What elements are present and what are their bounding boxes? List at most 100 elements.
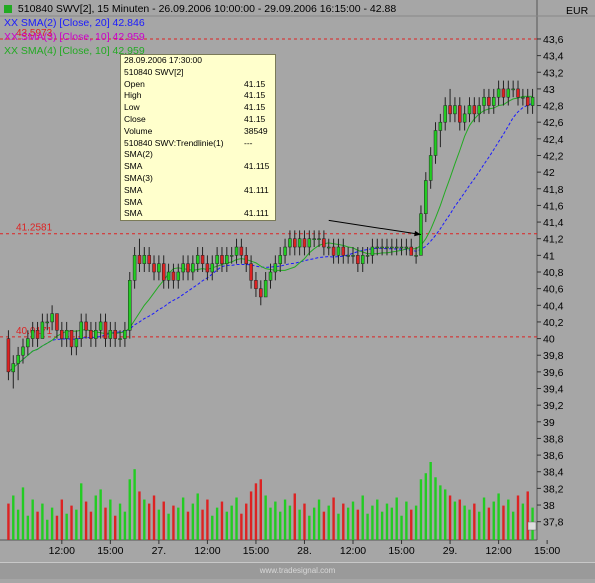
candle-body xyxy=(186,263,190,273)
volume-bar xyxy=(99,489,102,540)
candle-body xyxy=(501,88,506,98)
tooltip-row: Low 41.15 xyxy=(121,102,275,114)
candle-body xyxy=(448,105,452,115)
tooltip-row-label: Close xyxy=(124,113,146,124)
volume-bar xyxy=(507,499,510,540)
currency-label: EUR xyxy=(566,5,589,17)
volume-bar xyxy=(196,493,199,540)
resize-handle-icon xyxy=(527,521,537,531)
candle-body xyxy=(365,255,370,257)
candle-body xyxy=(525,96,530,106)
candle-body xyxy=(399,246,404,249)
x-tick-label: 12:00 xyxy=(194,545,220,557)
tooltip-row: High 41.15 xyxy=(121,90,275,102)
volume-bar xyxy=(279,511,282,540)
tooltip-row-label: Volume xyxy=(124,125,153,136)
y-tick-label: 42,2 xyxy=(543,150,564,162)
candle-body xyxy=(414,255,418,257)
volume-bar xyxy=(283,499,287,540)
candle-body xyxy=(346,255,350,257)
candle-body xyxy=(341,246,346,256)
y-tick-label: 42,8 xyxy=(543,101,564,113)
volume-bar xyxy=(439,485,442,540)
tooltip-row: SMA 41.111 xyxy=(121,185,275,197)
volume-bar xyxy=(434,477,437,540)
candle-body xyxy=(239,246,244,256)
volume-bar xyxy=(419,479,423,540)
candle-body xyxy=(210,263,215,273)
volume-bar xyxy=(376,499,379,540)
x-tick-label: 29. xyxy=(443,545,458,557)
candle-body xyxy=(118,338,122,340)
candle-body xyxy=(16,354,20,364)
tooltip-row: Volume 38549 xyxy=(121,126,275,138)
volume-bar xyxy=(65,513,68,540)
candle-body xyxy=(21,346,25,356)
candle-body xyxy=(453,105,457,115)
candle-body xyxy=(50,313,54,323)
candle-body xyxy=(128,280,132,331)
volume-bar xyxy=(177,507,180,540)
volume-bar xyxy=(410,509,413,540)
legend-sma-3[interactable]: XX SMA(3) [Close, 10] 42.959 xyxy=(4,31,145,43)
volume-bar xyxy=(274,501,277,540)
candle-body xyxy=(297,238,302,248)
candle-body xyxy=(132,255,137,281)
volume-bar xyxy=(123,511,127,540)
candle-body xyxy=(74,338,79,348)
candle-body xyxy=(360,255,365,264)
volume-bar xyxy=(157,509,161,540)
y-tick-label: 41,6 xyxy=(543,200,564,212)
tooltip-row: SMA 41.111 xyxy=(121,208,275,220)
candle-body xyxy=(409,246,413,256)
candle-body xyxy=(259,288,263,298)
legend-sma-2[interactable]: XX SMA(2) [Close, 20] 42.846 xyxy=(4,17,145,29)
volume-bar xyxy=(118,503,122,540)
candle-body xyxy=(516,88,520,98)
volume-bar xyxy=(201,509,204,540)
x-tick-label: 15:00 xyxy=(534,545,560,557)
x-tick-label: 12:00 xyxy=(485,545,511,557)
tooltip-row: SMA(3) xyxy=(121,173,275,185)
candle-body xyxy=(283,246,287,256)
chart-symbol-icon xyxy=(4,5,12,14)
volume-bar xyxy=(220,501,224,540)
y-tick-label: 42,4 xyxy=(543,134,564,146)
tooltip-row: SMA xyxy=(121,197,275,209)
volume-bar xyxy=(167,513,170,540)
candle-body xyxy=(225,255,229,264)
y-tick-label: 38,6 xyxy=(543,450,564,462)
candle-body xyxy=(263,280,268,298)
price-chart[interactable]: 43,6 43,4 43,2 43 42,8 42,6 42,4 42,2 42 41,8 41,6… xyxy=(0,0,595,578)
candle-body xyxy=(477,105,481,115)
volume-bar xyxy=(400,515,403,540)
volume-bar xyxy=(225,511,229,540)
candle-body xyxy=(312,238,316,240)
y-tick-label: 40,8 xyxy=(543,267,564,279)
x-tick-label: 12:00 xyxy=(49,545,75,557)
candle-body xyxy=(506,88,511,98)
candle-body xyxy=(30,330,35,339)
candle-body xyxy=(487,96,491,106)
volume-bar xyxy=(342,503,345,540)
candle-body xyxy=(482,96,486,106)
candle-body xyxy=(433,130,438,156)
candle-body xyxy=(108,330,113,339)
volume-bar xyxy=(75,509,78,540)
tooltip-row-value: 41.15 xyxy=(244,78,266,89)
candle-body xyxy=(244,255,248,264)
volume-bar xyxy=(245,503,248,540)
y-tick-label: 38,2 xyxy=(543,483,564,495)
x-tick-label: 15:00 xyxy=(243,545,269,557)
volume-bar xyxy=(211,515,214,540)
volume-bar xyxy=(12,495,15,540)
volume-bar xyxy=(109,499,112,540)
y-tick-label: 40,4 xyxy=(543,300,564,312)
tooltip-row-label: 510840 SWV[2] xyxy=(124,66,184,77)
volume-bar xyxy=(497,493,500,540)
volume-bar xyxy=(36,511,39,540)
tooltip-row-label: SMA xyxy=(124,161,143,172)
candle-body xyxy=(64,330,69,339)
volume-bar xyxy=(351,501,355,540)
candle-body xyxy=(215,255,219,264)
